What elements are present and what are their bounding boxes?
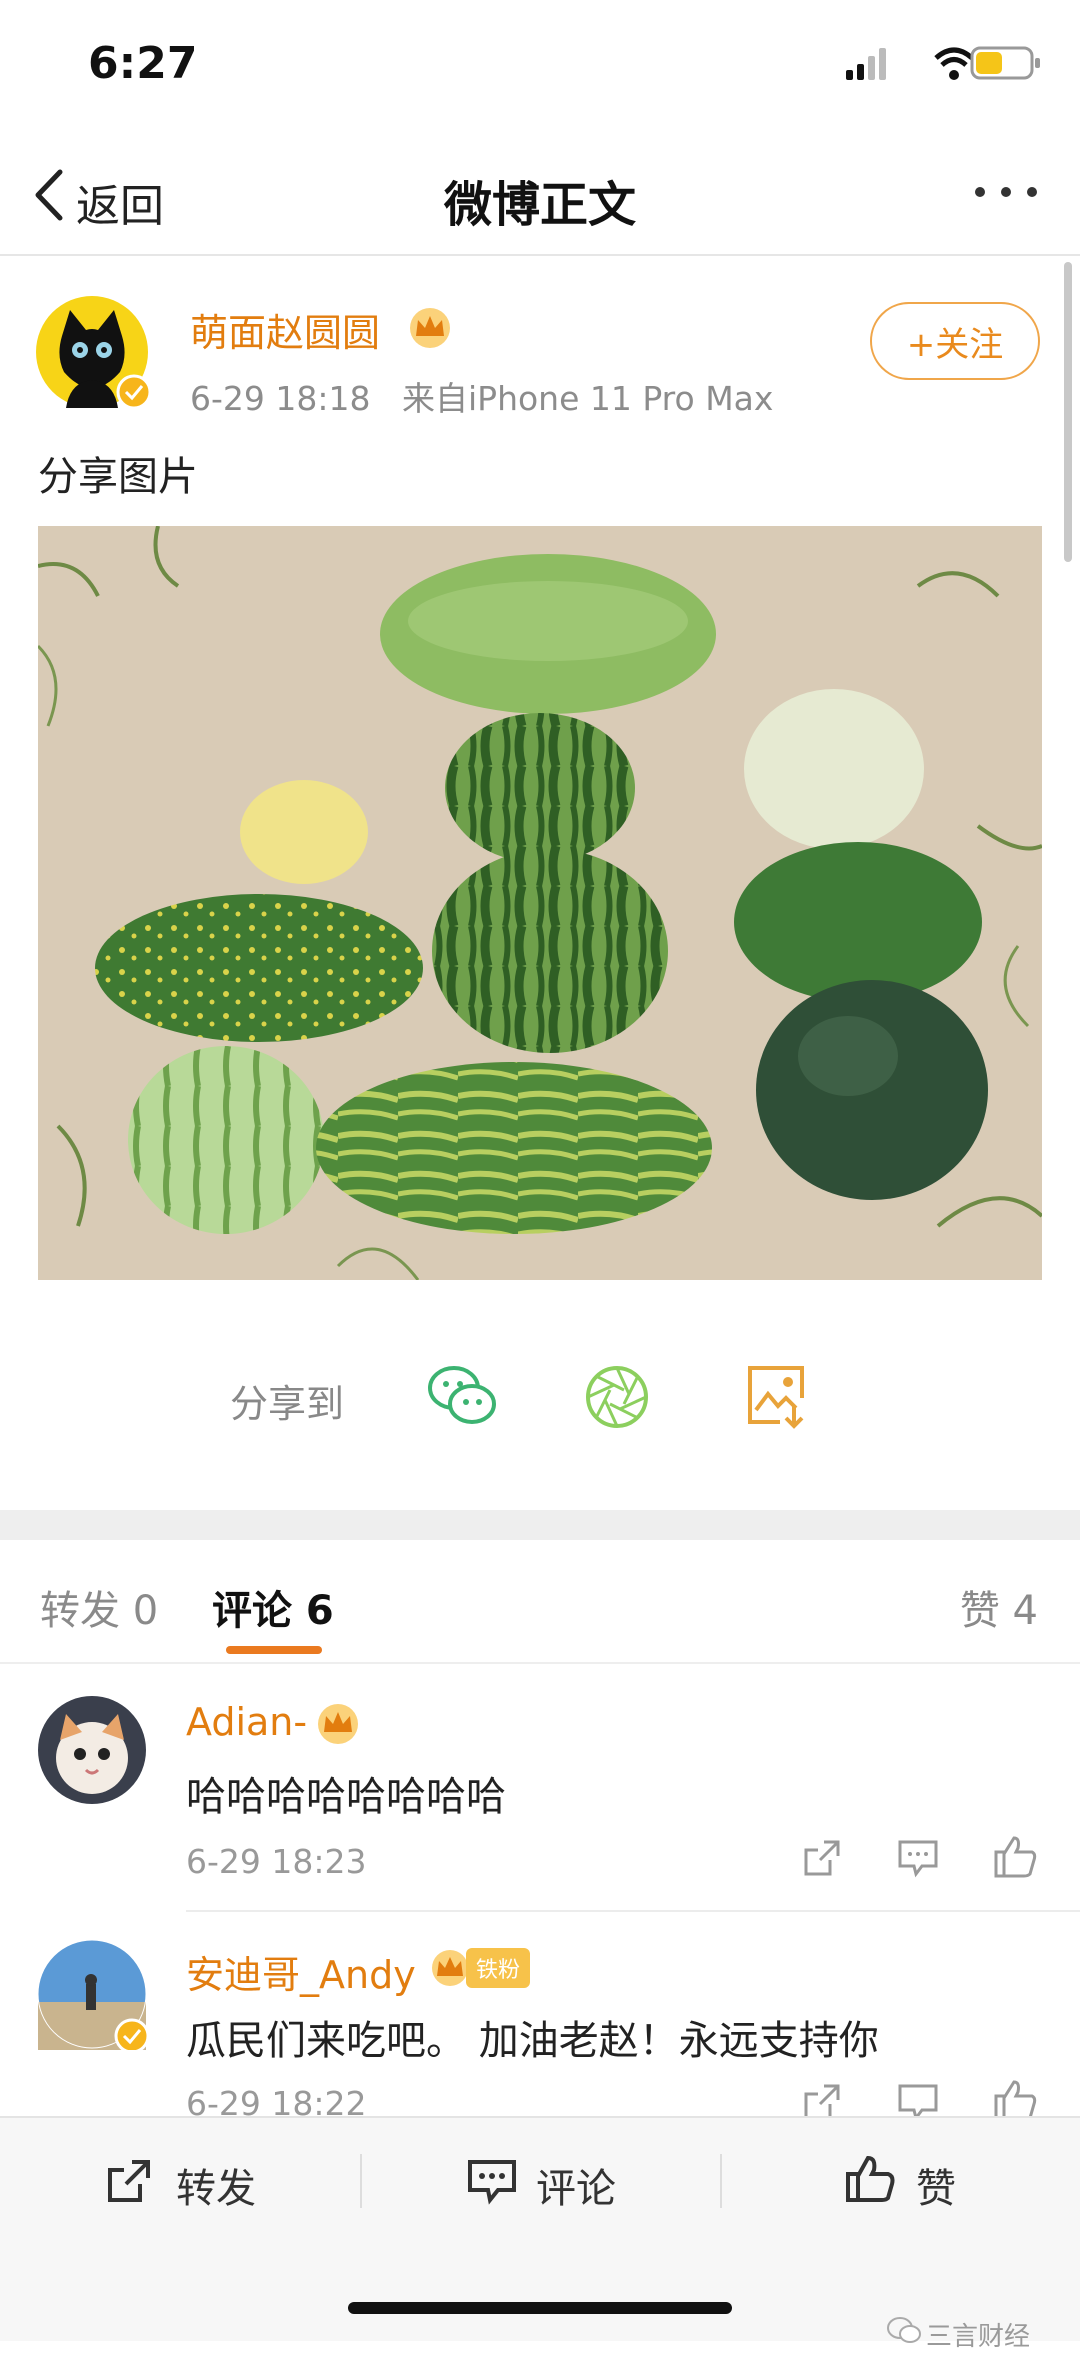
wechat-icon <box>887 2317 921 2343</box>
save-image-icon[interactable] <box>744 1364 808 1430</box>
status-time: 6:27 <box>88 38 198 89</box>
like-button[interactable]: 赞 <box>916 2156 956 2214</box>
fan-badge: 铁粉 <box>430 1946 531 1990</box>
status-icons <box>846 46 1040 80</box>
comment-separator <box>186 1910 1080 1912</box>
like-icon[interactable] <box>992 1832 1040 1880</box>
watermark: 三言财经 <box>926 2322 1031 2352</box>
bottom-bar-separator <box>360 2154 362 2208</box>
bottom-bar-separator <box>720 2154 722 2208</box>
comment-button[interactable]: 评论 <box>536 2156 616 2214</box>
post-image[interactable] <box>38 526 1042 1280</box>
share-label: 分享到 <box>230 1382 345 1426</box>
share-icon[interactable] <box>104 2156 154 2206</box>
tabs-divider <box>0 1662 1080 1664</box>
verified-icon <box>116 374 152 410</box>
author-name[interactable]: 萌面赵圆圆 <box>190 302 380 357</box>
like-icon[interactable] <box>844 2152 896 2206</box>
follow-button[interactable]: +关注 <box>870 302 1040 380</box>
more-icon[interactable] <box>972 182 1042 202</box>
share-icon[interactable] <box>800 2080 844 2120</box>
post-text: 分享图片 <box>38 454 198 500</box>
active-tab-indicator <box>226 1646 322 1654</box>
section-divider <box>0 1510 1080 1540</box>
repost-button[interactable]: 转发 <box>176 2156 256 2214</box>
vip-crown-icon <box>410 308 450 348</box>
vip-crown-icon <box>432 1950 468 1986</box>
comment-text: 哈哈哈哈哈哈哈哈 <box>186 1774 506 1820</box>
comment-author[interactable]: Adian- <box>186 1700 307 1744</box>
tab-like[interactable]: 赞 4 <box>960 1578 1038 1636</box>
tab-comment[interactable]: 评论 6 <box>212 1578 334 1636</box>
comment-avatar[interactable] <box>36 1694 148 1806</box>
comment-text: 瓜民们来吃吧。 加油老赵！永远支持你 <box>186 2018 879 2064</box>
vip-crown-icon <box>318 1704 358 1744</box>
post-time: 6-29 18:18 <box>190 379 371 418</box>
post-meta: 6-29 18:18 来自iPhone 11 Pro Max <box>190 372 773 420</box>
verified-icon <box>114 2018 148 2050</box>
moments-icon[interactable] <box>584 1364 650 1430</box>
wechat-icon[interactable] <box>426 1364 498 1428</box>
comment-icon[interactable] <box>896 2080 940 2120</box>
author-avatar[interactable] <box>36 296 156 416</box>
signal-icon <box>846 48 886 80</box>
comment-time: 6-29 18:23 <box>186 1842 367 1881</box>
like-icon[interactable] <box>992 2076 1040 2120</box>
comment-icon[interactable] <box>466 2156 518 2206</box>
tab-repost[interactable]: 转发 0 <box>40 1578 158 1636</box>
battery-icon <box>970 46 1040 80</box>
page-title: 微博正文 <box>443 177 636 233</box>
fan-badge-label: 铁粉 <box>466 1948 531 1988</box>
wifi-icon <box>934 47 974 80</box>
comment-avatar[interactable] <box>36 1938 148 2050</box>
comment-author[interactable]: 安迪哥_Andy <box>186 1944 416 1999</box>
comment-icon[interactable] <box>896 1836 940 1880</box>
post-source: 来自iPhone 11 Pro Max <box>402 379 774 418</box>
home-indicator <box>348 2302 732 2314</box>
scrollbar[interactable] <box>1064 262 1072 562</box>
share-icon[interactable] <box>800 1836 844 1880</box>
